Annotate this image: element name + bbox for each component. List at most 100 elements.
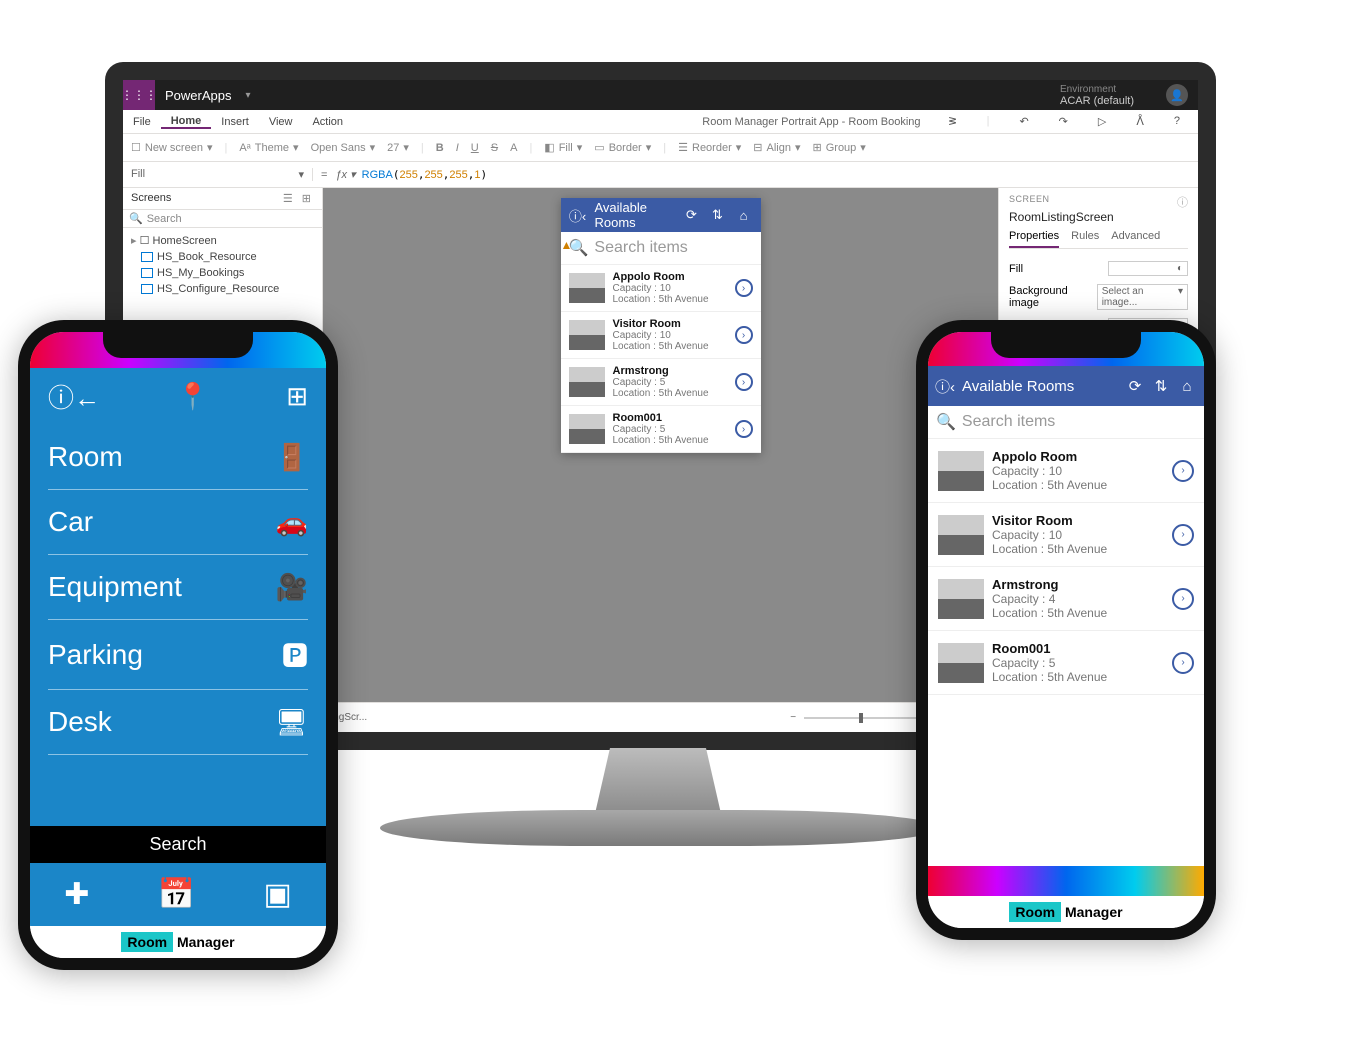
refresh-icon[interactable]: ⟳: [1126, 377, 1144, 395]
app-search[interactable]: 🔍Search items: [928, 406, 1204, 439]
home-icon[interactable]: ⌂: [735, 206, 753, 224]
room-capacity: Capacity : 4: [992, 592, 1164, 606]
play-icon[interactable]: ▷: [1088, 115, 1116, 128]
room-row[interactable]: Room001Capacity : 5Location : 5th Avenue…: [561, 406, 761, 453]
strike-button[interactable]: S: [491, 142, 498, 154]
tree-item[interactable]: HS_My_Bookings: [123, 265, 322, 281]
room-thumbnail: [938, 579, 984, 619]
underline-button[interactable]: U: [471, 142, 479, 154]
formula-property[interactable]: Fill▾: [123, 168, 313, 181]
prop-fill-value[interactable]: ◐: [1108, 261, 1188, 276]
grid-icon[interactable]: ⊞: [286, 381, 308, 412]
redo-icon[interactable]: ↷: [1049, 115, 1078, 128]
home-icon[interactable]: ⌂: [1178, 377, 1196, 395]
chevron-right-icon[interactable]: ›: [1172, 524, 1194, 546]
back-icon[interactable]: ⓘ‹: [936, 377, 954, 395]
zoom-slider[interactable]: [804, 717, 924, 719]
sort-icon[interactable]: ⇅: [1152, 377, 1170, 395]
chevron-right-icon[interactable]: ›: [1172, 652, 1194, 674]
tab-advanced[interactable]: Advanced: [1111, 230, 1160, 248]
user-avatar[interactable]: 👤: [1166, 84, 1188, 106]
tree-item[interactable]: HS_Book_Resource: [123, 249, 322, 265]
app-header: ⓘ‹ Available Rooms ⟳ ⇅ ⌂: [561, 198, 761, 232]
help-icon[interactable]: ?: [1164, 115, 1190, 128]
toolbar: ☐ New screen ▾ | Aᵃ Theme ▾ Open Sans ▾ …: [123, 134, 1198, 162]
tree-view-icons[interactable]: ☰ ⊞: [283, 192, 314, 205]
align-button[interactable]: ⊟ Align ▾: [753, 141, 800, 154]
tree-search[interactable]: 🔍Search: [123, 210, 322, 228]
chevron-right-icon[interactable]: ›: [735, 373, 753, 391]
tab-properties[interactable]: Properties: [1009, 230, 1059, 248]
category-item[interactable]: Equipment🎥: [48, 555, 308, 620]
chevron-right-icon[interactable]: ›: [735, 420, 753, 438]
category-item[interactable]: Car🚗: [48, 490, 308, 555]
tree-root[interactable]: ☐ HomeScreen: [123, 232, 322, 249]
chevron-down-icon[interactable]: ▾: [245, 90, 250, 101]
category-item[interactable]: Parking🅿: [48, 620, 308, 690]
chevron-right-icon[interactable]: ›: [1172, 588, 1194, 610]
refresh-icon[interactable]: ⟳: [683, 206, 701, 224]
room-row[interactable]: Appolo RoomCapacity : 10Location : 5th A…: [561, 265, 761, 312]
prop-bgimg-value[interactable]: Select an image...▾: [1097, 284, 1188, 310]
scan-icon[interactable]: ▣: [263, 877, 291, 912]
location-pin-icon[interactable]: 📍: [177, 381, 209, 412]
canvas-statusbar: ingScr... − + 50 % ⤢: [323, 702, 998, 732]
menu-insert[interactable]: Insert: [211, 116, 259, 128]
checker-icon[interactable]: ᕒ: [939, 115, 967, 128]
environment-label: Environment: [1060, 84, 1116, 95]
search-button[interactable]: Search: [30, 826, 326, 863]
room-thumbnail: [938, 451, 984, 491]
bold-button[interactable]: B: [436, 142, 444, 154]
room-row[interactable]: Visitor RoomCapacity : 10Location : 5th …: [928, 503, 1204, 567]
waffle-icon[interactable]: ⋮⋮⋮: [123, 80, 155, 110]
menu-file[interactable]: File: [123, 116, 161, 128]
calendar-icon[interactable]: 📅: [158, 877, 195, 912]
chevron-right-icon[interactable]: ›: [1172, 460, 1194, 482]
font-select[interactable]: Open Sans ▾: [311, 141, 376, 154]
theme-button[interactable]: Aᵃ Theme ▾: [239, 141, 298, 154]
border-button[interactable]: ▭ Border ▾: [594, 141, 651, 154]
menu-bar: File Home Insert View Action Room Manage…: [123, 110, 1198, 134]
app-search[interactable]: 🔍Search items: [561, 232, 761, 265]
category-item[interactable]: Room🚪: [48, 425, 308, 490]
back-icon[interactable]: ⓘ‹: [569, 206, 587, 224]
formula-input[interactable]: RGBA(255,255,255,1): [362, 168, 488, 181]
category-item[interactable]: Desk🖥: [48, 690, 308, 755]
room-row[interactable]: Visitor RoomCapacity : 10Location : 5th …: [561, 312, 761, 359]
app-preview: ⓘ‹ Available Rooms ⟳ ⇅ ⌂ 🔍Search items A…: [561, 198, 761, 453]
new-screen-button[interactable]: ☐ New screen ▾: [131, 141, 212, 154]
share-icon[interactable]: ᐰ: [1126, 115, 1154, 128]
font-size[interactable]: 27 ▾: [387, 141, 409, 154]
tab-rules[interactable]: Rules: [1071, 230, 1099, 248]
room-thumbnail: [569, 320, 605, 350]
font-color-button[interactable]: A: [510, 142, 517, 154]
italic-button[interactable]: I: [456, 142, 459, 154]
room-name: Room001: [613, 412, 727, 424]
group-button[interactable]: ⊞ Group ▾: [813, 141, 866, 154]
menu-home[interactable]: Home: [161, 115, 212, 129]
fx-icon[interactable]: ƒx ▾: [335, 168, 361, 181]
formula-bar: Fill▾ = ƒx ▾ RGBA(255,255,255,1): [123, 162, 1198, 188]
back-icon[interactable]: ⓘ←: [48, 378, 100, 415]
room-row[interactable]: Appolo RoomCapacity : 10Location : 5th A…: [928, 439, 1204, 503]
environment-name[interactable]: ACAR (default): [1060, 95, 1134, 107]
reorder-button[interactable]: ☰ Reorder ▾: [678, 141, 741, 154]
undo-icon[interactable]: ↶: [1009, 115, 1038, 128]
canvas[interactable]: ▲ ⓘ‹ Available Rooms ⟳ ⇅ ⌂ 🔍Search items…: [323, 188, 998, 732]
tree-item[interactable]: HS_Configure_Resource: [123, 281, 322, 297]
room-row[interactable]: ArmstrongCapacity : 5Location : 5th Aven…: [561, 359, 761, 406]
fill-button[interactable]: ◧ Fill ▾: [544, 141, 582, 154]
room-row[interactable]: ArmstrongCapacity : 4Location : 5th Aven…: [928, 567, 1204, 631]
room-row[interactable]: Room001Capacity : 5Location : 5th Avenue…: [928, 631, 1204, 695]
plus-icon[interactable]: ✚: [64, 877, 89, 912]
chevron-right-icon[interactable]: ›: [735, 326, 753, 344]
room-location: Location : 5th Avenue: [992, 542, 1164, 556]
menu-view[interactable]: View: [259, 116, 303, 128]
zoom-out-icon[interactable]: −: [790, 712, 796, 723]
chevron-right-icon[interactable]: ›: [735, 279, 753, 297]
app-title: Room Manager Portrait App - Room Booking: [692, 116, 930, 128]
logo: Room Manager: [30, 926, 326, 958]
menu-action[interactable]: Action: [302, 116, 353, 128]
sort-icon[interactable]: ⇅: [709, 206, 727, 224]
help-icon[interactable]: ⓘ: [1177, 194, 1188, 210]
